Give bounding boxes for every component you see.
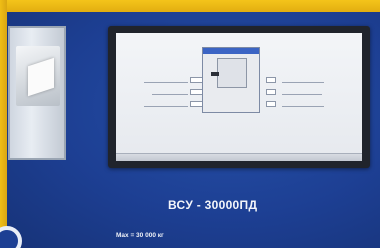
dialog-title-bar bbox=[203, 48, 259, 54]
monitor-screen bbox=[116, 33, 362, 161]
form-label-line bbox=[152, 89, 188, 95]
form-label-line bbox=[282, 77, 324, 83]
form-label-line bbox=[282, 101, 324, 107]
receipt-printer bbox=[8, 26, 66, 160]
monitor-bezel bbox=[108, 26, 370, 168]
form-label-line bbox=[282, 89, 322, 95]
form-field bbox=[266, 89, 276, 95]
casing-left-edge bbox=[0, 0, 7, 248]
casing-top-edge bbox=[0, 0, 380, 12]
model-label: ВСУ - 30000ПД bbox=[168, 198, 258, 212]
dialog-calendar bbox=[217, 58, 247, 88]
dialog-indicator bbox=[211, 72, 219, 76]
max-capacity-label: Max = 30 000 кг bbox=[116, 232, 164, 239]
form-label-line bbox=[144, 77, 188, 83]
popup-dialog bbox=[202, 47, 260, 113]
taskbar bbox=[116, 153, 362, 161]
form-field bbox=[266, 77, 276, 83]
form-field bbox=[266, 101, 276, 107]
form-label-line bbox=[144, 101, 188, 107]
